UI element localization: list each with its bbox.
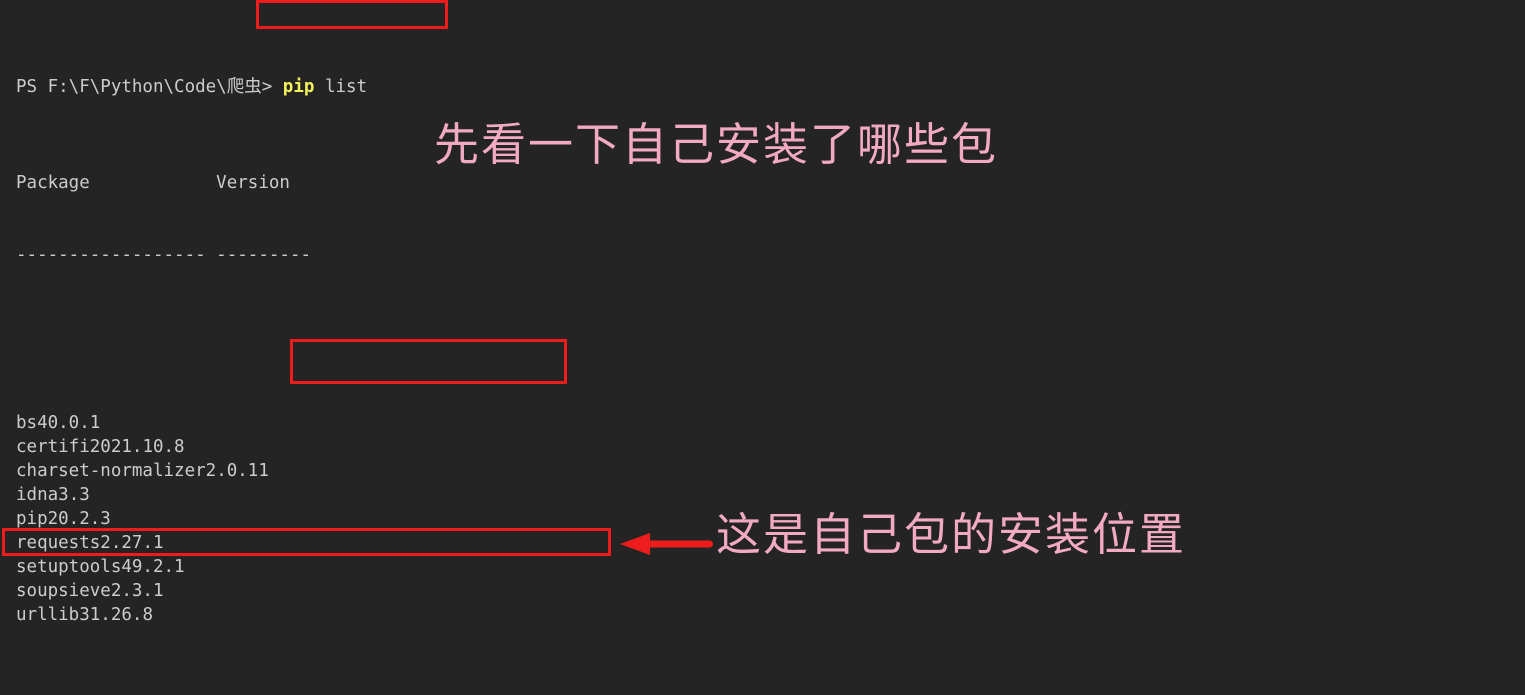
package-version: 49.2.1 — [121, 557, 185, 577]
package-version: 2.27.1 — [100, 533, 164, 553]
pip-list-row: idna3.3 — [16, 483, 1525, 507]
pip-list-row: urllib31.26.8 — [16, 603, 1525, 627]
package-name: pip — [16, 509, 48, 529]
package-name: certifi — [16, 437, 90, 457]
pip-list-row: charset-normalizer2.0.11 — [16, 459, 1525, 483]
command-program: pip — [282, 77, 315, 97]
package-name: bs4 — [16, 413, 48, 433]
package-name: soupsieve — [16, 581, 111, 601]
package-version: 2.3.1 — [110, 581, 164, 601]
pip-list-row: certifi2021.10.8 — [16, 435, 1525, 459]
package-name: setuptools — [16, 557, 122, 577]
left-arrow-icon — [620, 533, 713, 555]
package-version: 2.0.11 — [205, 461, 269, 481]
pip-list-header-row: Package Version — [16, 171, 1525, 195]
prompt-line-pip-list: PS F:\F\Python\Code\爬虫> pip list — [16, 75, 1525, 99]
package-version: 1.26.8 — [89, 605, 153, 625]
column-separator: ------------------ --------- — [16, 245, 312, 265]
package-version: 20.2.3 — [47, 509, 111, 529]
package-name: charset-normalizer — [16, 461, 206, 481]
column-header-package: Package Version — [16, 173, 290, 193]
annotation-note-packages: 先看一下自己安装了哪些包 — [434, 118, 999, 171]
package-name: idna — [16, 485, 59, 505]
annotation-note-location: 这是自己包的安装位置 — [716, 508, 1187, 561]
package-name: requests — [16, 533, 101, 553]
pip-list-row: soupsieve2.3.1 — [16, 579, 1525, 603]
pip-list-row: bs40.0.1 — [16, 411, 1525, 435]
terminal-output[interactable]: PS F:\F\Python\Code\爬虫> pip list Package… — [0, 0, 1525, 695]
shell-prompt: PS F:\F\Python\Code\爬虫> — [16, 77, 283, 97]
pip-list-blank-row — [16, 315, 1525, 339]
package-version: 0.0.1 — [47, 413, 101, 433]
package-version: 3.3 — [58, 485, 90, 505]
package-version: 2021.10.8 — [89, 437, 185, 457]
package-name: urllib3 — [16, 605, 90, 625]
terminal-window: PS F:\F\Python\Code\爬虫> pip list Package… — [0, 0, 1525, 695]
pip-list-separator-row: ------------------ --------- — [16, 243, 1525, 267]
command-args: list — [324, 77, 368, 97]
